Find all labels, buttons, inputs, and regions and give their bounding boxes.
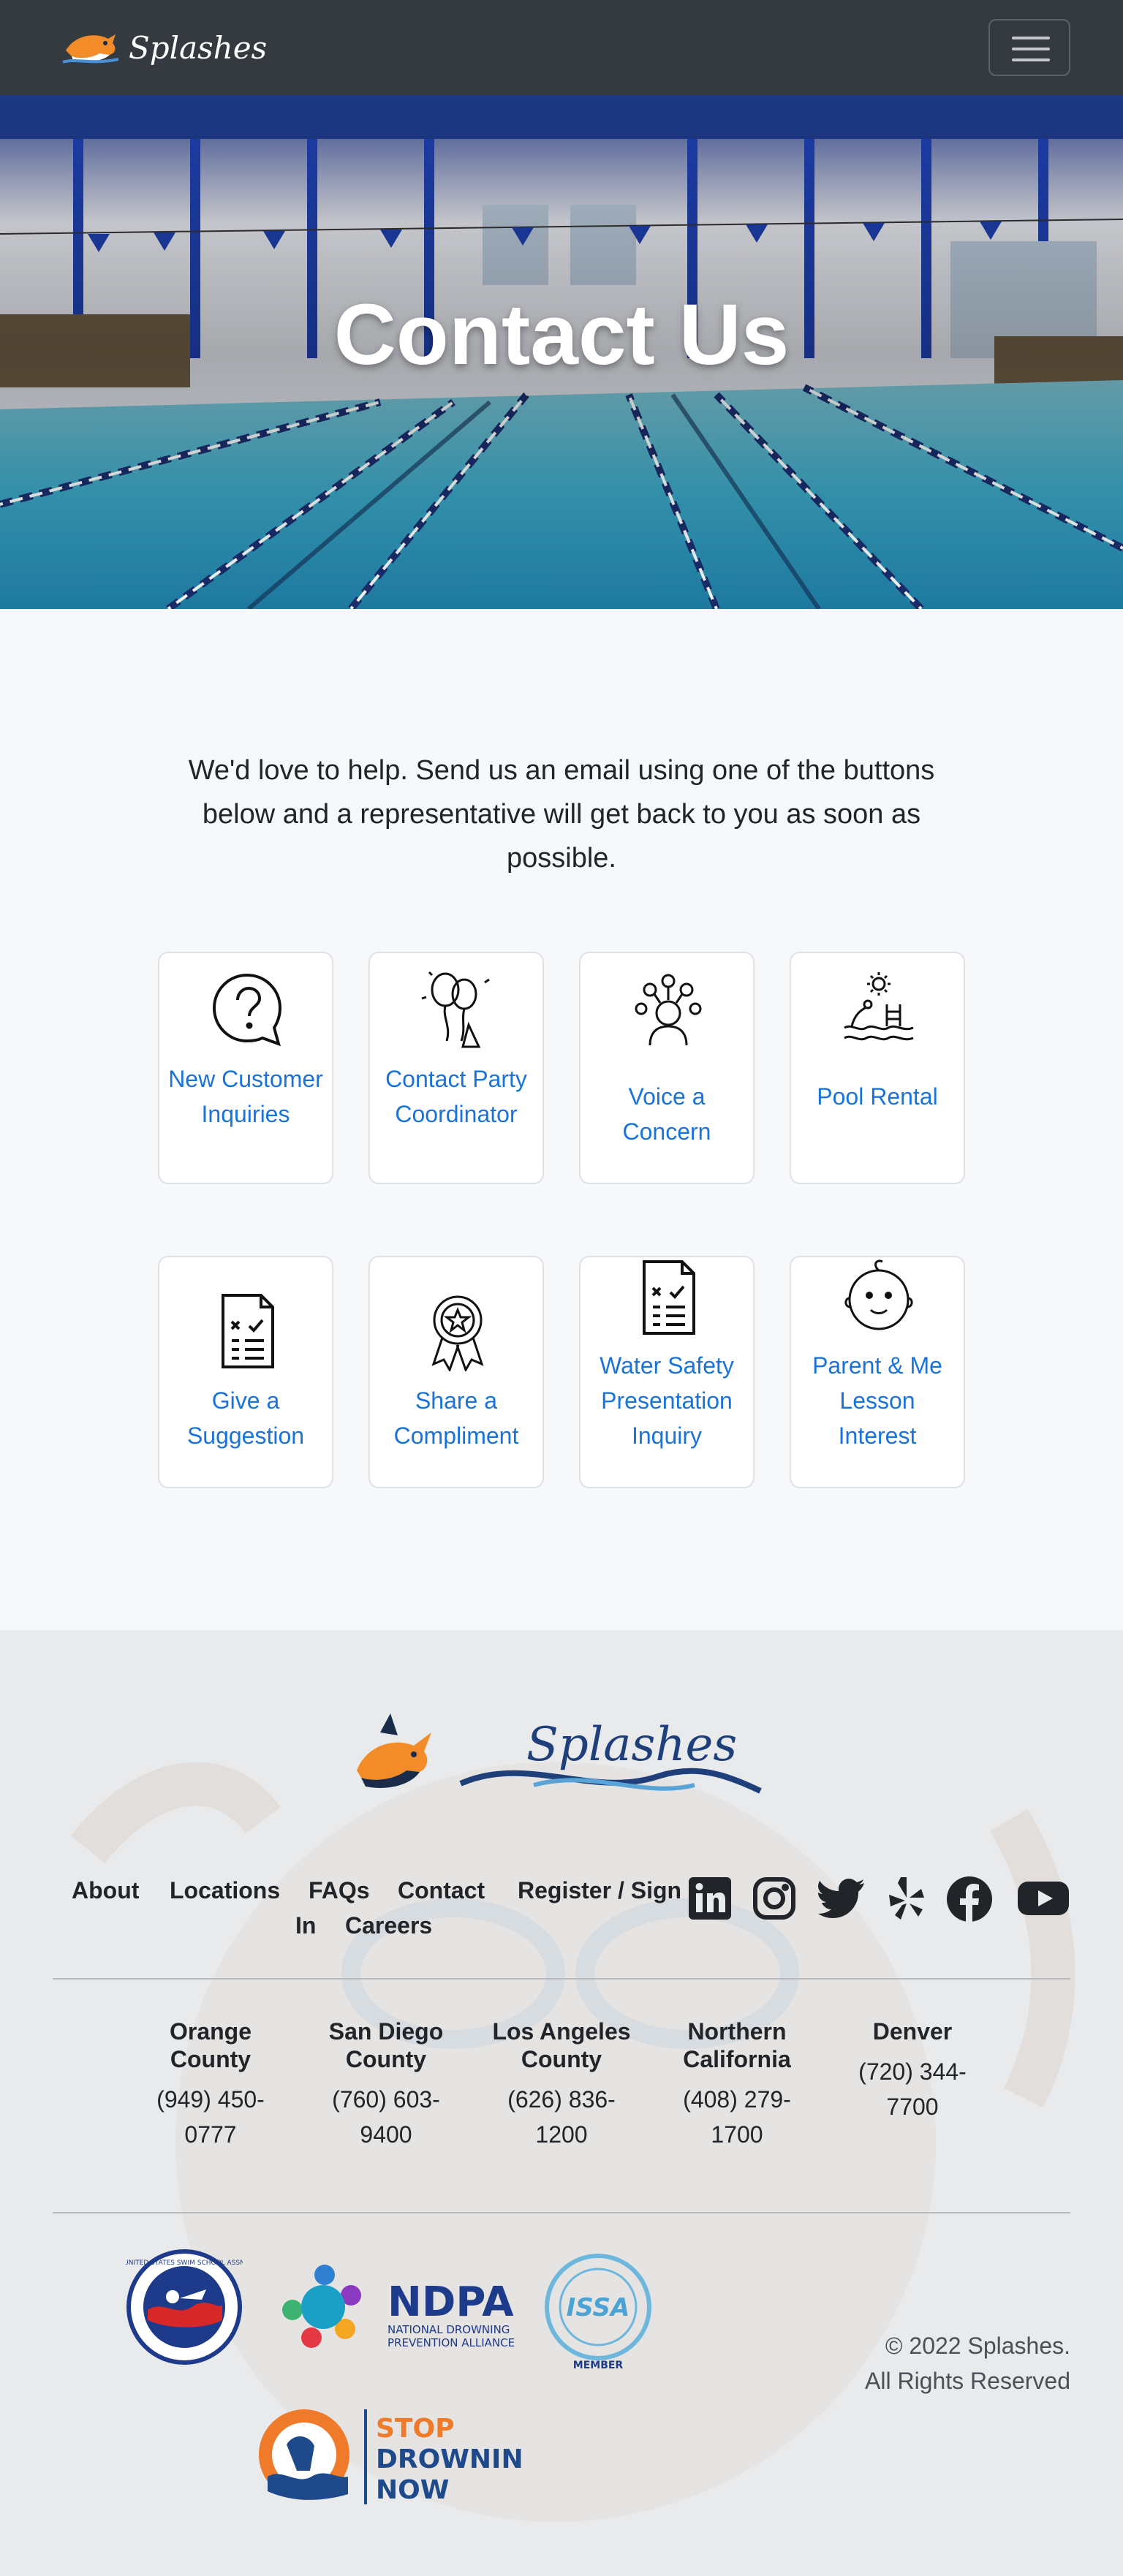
issa-member-text: MEMBER (573, 2360, 624, 2371)
footer-link-contact[interactable]: Contact (398, 1877, 485, 1904)
intro-text: We'd love to help. Send us an email usin… (188, 755, 935, 874)
region-phone[interactable]: (408) 279- 1700 (657, 2082, 817, 2152)
footer-link-locations[interactable]: Locations (170, 1877, 280, 1904)
footer-logo[interactable]: Splashes (351, 1703, 775, 1817)
region-northern-california: Northern California (408) 279- 1700 (657, 2018, 817, 2152)
card-label: Voice a Concern (622, 1083, 711, 1145)
card-label: New Customer Inquiries (168, 1066, 323, 1127)
region-phone[interactable]: (720) 344- 7700 (832, 2054, 993, 2124)
stop-drowning-now-logo[interactable]: STOP DROWNING NOW (253, 2403, 545, 2517)
brand-name: Splashes (129, 29, 268, 66)
now-text: NOW (376, 2475, 449, 2505)
card-label: Give a Suggestion (186, 1387, 305, 1449)
page-title: Contact Us (333, 287, 790, 383)
yelp-icon[interactable] (885, 1876, 924, 1927)
footer-logo-text: Splashes (526, 1718, 737, 1772)
share-a-compliment-button[interactable]: Share a Compliment (368, 1256, 544, 1488)
youtube-icon[interactable] (1016, 1876, 1070, 1927)
card-label: Pool Rental (817, 1083, 938, 1110)
badge-ring-text: UNITED STATES SWIM SCHOOL ASSN (126, 2259, 243, 2267)
top-navbar: Splashes (0, 0, 1123, 95)
region-name: County (170, 2046, 252, 2072)
linkedin-icon[interactable] (687, 1876, 733, 1927)
footer-divider (53, 1978, 1070, 1980)
twitter-icon[interactable] (817, 1876, 864, 1927)
new-customer-inquiries-button[interactable]: New Customer Inquiries (158, 952, 333, 1184)
parent-and-me-lesson-interest-button[interactable]: Parent & Me Lesson Interest (790, 1256, 965, 1488)
region-orange-county: Orange County (949) 450- 0777 (130, 2018, 291, 2152)
region-name: Denver (872, 2018, 953, 2045)
region-name: Los Angeles (492, 2018, 631, 2045)
award-ribbon-icon (417, 1291, 498, 1373)
region-name: County (521, 2046, 602, 2072)
card-label: Water Safety Presentation Inquiry (600, 1352, 734, 1449)
question-bubble-icon (207, 968, 287, 1048)
region-name: San Diego (328, 2018, 444, 2045)
copyright-text: © 2022 Splashes. All Rights Reserved (865, 2333, 1070, 2394)
give-a-suggestion-button[interactable]: Give a Suggestion (158, 1256, 333, 1488)
region-name: Orange (169, 2018, 252, 2045)
voice-a-concern-button[interactable]: Voice a Concern (579, 952, 755, 1184)
site-footer: Splashes About Locations FAQs Contact Re… (0, 1630, 1123, 2576)
region-name: Northern (687, 2018, 787, 2045)
footer-link-careers[interactable]: Careers (345, 1912, 432, 1939)
region-name: County (345, 2046, 427, 2072)
card-label: Share a Compliment (393, 1387, 519, 1449)
footer-link-about[interactable]: About (72, 1877, 139, 1904)
ndpa-subtext: NATIONAL DROWNING (387, 2323, 510, 2336)
stop-text: STOP (376, 2414, 454, 2444)
footer-link-register[interactable]: Register / Sign (518, 1877, 681, 1904)
region-phone[interactable]: (626) 836- 1200 (481, 2082, 642, 2152)
checklist-document-icon (628, 1257, 708, 1338)
drowning-text: DROWNING (376, 2444, 523, 2474)
usss-badge-logo[interactable]: UNITED STATES SWIM SCHOOL ASSN (124, 2249, 245, 2369)
concern-person-icon (628, 968, 708, 1048)
instagram-icon[interactable] (752, 1876, 797, 1927)
card-label: Parent & Me Lesson Interest (812, 1352, 942, 1449)
contact-party-coordinator-button[interactable]: Contact Party Coordinator (368, 952, 544, 1184)
footer-divider (53, 2212, 1070, 2213)
region-phone[interactable]: (760) 603- 9400 (306, 2082, 466, 2152)
ndpa-badge-logo[interactable]: NDPA NATIONAL DROWNING PREVENTION ALLIAN… (278, 2249, 519, 2376)
issa-text: ISSA (567, 2293, 630, 2322)
checklist-document-icon (207, 1291, 287, 1371)
menu-toggle-button[interactable] (988, 19, 1070, 76)
region-name: California (683, 2046, 791, 2072)
region-san-diego-county: San Diego County (760) 603- 9400 (306, 2018, 466, 2152)
brand-logo-link[interactable]: Splashes (61, 23, 267, 72)
dolphin-logo-icon (61, 26, 120, 70)
ndpa-text: NDPA (387, 2278, 514, 2326)
card-label: Contact Party Coordinator (385, 1066, 527, 1127)
hamburger-menu-icon (1012, 37, 1050, 39)
ndpa-subtext: PREVENTION ALLIANCE (387, 2336, 515, 2349)
pool-ladder-icon (839, 968, 919, 1048)
hero-banner: Contact Us (0, 95, 1123, 609)
region-phone[interactable]: (949) 450- 0777 (130, 2082, 291, 2152)
baby-face-icon (839, 1257, 919, 1338)
issa-badge-logo[interactable]: ISSA MEMBER (540, 2249, 657, 2376)
footer-link-faqs[interactable]: FAQs (309, 1877, 370, 1904)
pool-rental-button[interactable]: Pool Rental (790, 952, 965, 1184)
facebook-icon[interactable] (946, 1876, 993, 1927)
region-los-angeles-county: Los Angeles County (626) 836- 1200 (481, 2018, 642, 2152)
footer-link-register-cont[interactable]: In (295, 1912, 316, 1939)
balloons-icon (417, 968, 498, 1048)
region-denver: Denver (720) 344- 7700 (832, 2018, 993, 2124)
water-safety-presentation-inquiry-button[interactable]: Water Safety Presentation Inquiry (579, 1256, 755, 1488)
